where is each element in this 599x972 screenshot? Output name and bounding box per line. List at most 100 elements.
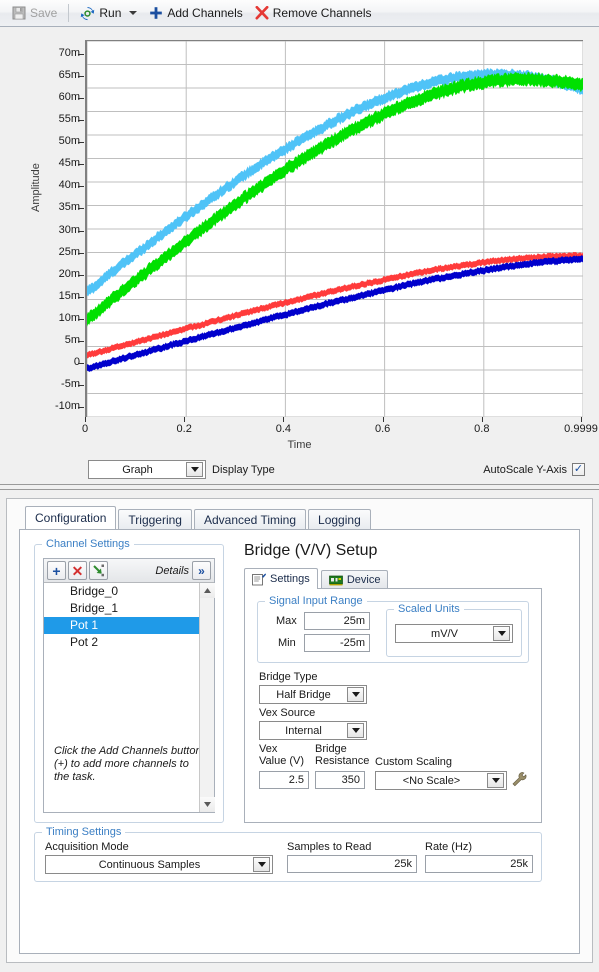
x-tick-label: 0.9999 [564, 423, 598, 435]
tab-configuration[interactable]: Configuration [25, 506, 117, 529]
custom-scaling-value: <No Scale> [402, 774, 461, 787]
acquisition-mode-value: Continuous Samples [98, 858, 201, 871]
chevron-down-icon[interactable] [186, 462, 203, 477]
y-tick-label: 50m [58, 135, 80, 148]
plot-area[interactable] [85, 40, 583, 417]
wrench-icon[interactable] [511, 771, 527, 791]
channel-list-hint: Click the Add Channels button (+) to add… [54, 745, 202, 783]
configuration-pane: Configuration Triggering Advanced Timing Lo… [0, 491, 599, 972]
pane-splitter[interactable] [0, 484, 599, 490]
run-button[interactable]: Run [74, 3, 127, 24]
x-tick-mark [283, 417, 285, 422]
y-tick-mark [78, 54, 84, 55]
y-tick-label: 30m [58, 223, 80, 236]
timing-settings-label: Timing Settings [42, 826, 126, 838]
x-tick-mark [481, 417, 483, 422]
acquisition-mode-select[interactable]: Continuous Samples [45, 855, 273, 874]
bridge-resistance-input[interactable]: 350 [315, 771, 365, 789]
channel-list[interactable]: Bridge_0 Bridge_1 Pot 1 Pot 2 Click the Add… [44, 583, 214, 812]
red-x-icon [255, 5, 269, 20]
expand-details-button[interactable]: » [192, 561, 211, 580]
chevron-down-icon[interactable] [347, 687, 364, 702]
y-tick-label: 5m [64, 333, 80, 346]
y-tick-mark [78, 208, 84, 210]
setup-panel-title: Bridge (V/V) Setup [244, 542, 378, 559]
tab-settings[interactable]: Settings [244, 568, 318, 589]
tab-label: Triggering [128, 512, 182, 527]
scaled-units-select[interactable]: mV/V [395, 624, 513, 643]
channel-list-item[interactable]: Pot 2 [44, 634, 214, 651]
y-tick-label: 60m [58, 91, 80, 104]
y-tick-label: 40m [58, 179, 80, 192]
tab-advanced-timing[interactable]: Advanced Timing [193, 509, 307, 529]
signal-input-range-group: Signal Input Range Max 25m Min -25m Scal… [257, 595, 529, 663]
bridge-resistance-label-line1: Bridge [315, 743, 347, 755]
move-channel-icon[interactable] [89, 561, 108, 580]
graph-controls: Graph Display Type AutoScale Y-Axis ✓ [0, 457, 599, 482]
vex-source-value: Internal [285, 724, 322, 737]
details-label: Details [155, 564, 189, 577]
scroll-down-icon[interactable] [200, 797, 215, 812]
channel-list-item[interactable]: Bridge_1 [44, 600, 214, 617]
rate-label: Rate (Hz) [425, 841, 473, 853]
y-tick-mark [78, 164, 84, 166]
remove-channels-button[interactable]: Remove Channels [249, 3, 378, 24]
save-button[interactable]: Save [6, 3, 63, 24]
config-tabstrip: Configuration Triggering Advanced Timing Lo… [25, 506, 373, 529]
vex-value-input[interactable]: 2.5 [259, 771, 309, 789]
autoscale-checkbox[interactable]: ✓ [572, 463, 585, 476]
x-tick-label: 0 [81, 423, 89, 435]
rate-input[interactable]: 25k [425, 855, 533, 873]
y-tick-mark [78, 76, 84, 78]
chevron-down-icon[interactable] [253, 857, 270, 872]
run-dropdown-caret[interactable] [129, 11, 138, 15]
y-tick-label: 15m [58, 289, 80, 302]
series-pot-2 [87, 254, 583, 373]
chevron-down-icon[interactable] [493, 626, 510, 641]
channel-list-scrollbar[interactable] [199, 583, 215, 812]
add-channel-button[interactable]: + [47, 561, 66, 580]
signal-input-range-label: Signal Input Range [265, 595, 367, 607]
bridge-type-label: Bridge Type [259, 671, 318, 683]
scaled-units-label: Scaled Units [394, 603, 464, 615]
add-channels-button[interactable]: Add Channels [143, 3, 248, 24]
bridge-type-select[interactable]: Half Bridge [259, 685, 367, 704]
min-label: Min [278, 637, 296, 649]
y-tick-label: 35m [58, 201, 80, 214]
display-type-select[interactable]: Graph [88, 460, 206, 479]
delete-channel-button[interactable]: ✕ [68, 561, 87, 580]
x-tick-label: 0.6 [374, 423, 391, 435]
channel-list-item[interactable]: Pot 1 [44, 617, 214, 634]
channel-list-item[interactable]: Bridge_0 [44, 583, 214, 600]
x-tick-mark [382, 417, 384, 422]
bridge-resistance-label-line2: Resistance [315, 755, 370, 767]
channel-settings-group: Channel Settings + ✕ Details » Bridge_0 … [34, 538, 224, 823]
channel-settings-label: Channel Settings [42, 538, 134, 550]
min-input[interactable]: -25m [304, 634, 370, 652]
settings-document-icon [252, 572, 266, 586]
x-axis-title: Time [287, 439, 312, 451]
tab-triggering[interactable]: Triggering [118, 509, 192, 529]
max-input[interactable]: 25m [304, 612, 370, 630]
vex-source-select[interactable]: Internal [259, 721, 367, 740]
timing-settings-group: Timing Settings Acquisition Mode Continu… [34, 826, 542, 882]
custom-scaling-select[interactable]: <No Scale> [375, 771, 507, 790]
tab-logging[interactable]: Logging [308, 509, 371, 529]
tab-label: Advanced Timing [203, 512, 297, 527]
check-icon: ✓ [573, 463, 584, 475]
refresh-arrows-icon [80, 6, 95, 21]
samples-to-read-input[interactable]: 25k [287, 855, 417, 873]
vex-value-label-line2: Value (V) [259, 755, 305, 767]
tab-label: Logging [318, 512, 361, 527]
y-tick-mark [78, 186, 84, 188]
main-toolbar: Save Run Add Channels Remove Channels [0, 0, 599, 27]
samples-to-read-label: Samples to Read [287, 841, 372, 853]
chevron-down-icon[interactable] [347, 723, 364, 738]
chevron-down-icon[interactable] [487, 773, 504, 788]
double-chevron-right-icon: » [198, 563, 205, 578]
daq-assistant-window: Save Run Add Channels Remove Channels Am… [0, 0, 599, 972]
tab-device[interactable]: Device [320, 570, 389, 589]
x-tick-mark [581, 417, 582, 422]
scroll-up-icon[interactable] [200, 583, 215, 598]
custom-scaling-label: Custom Scaling [375, 756, 453, 768]
